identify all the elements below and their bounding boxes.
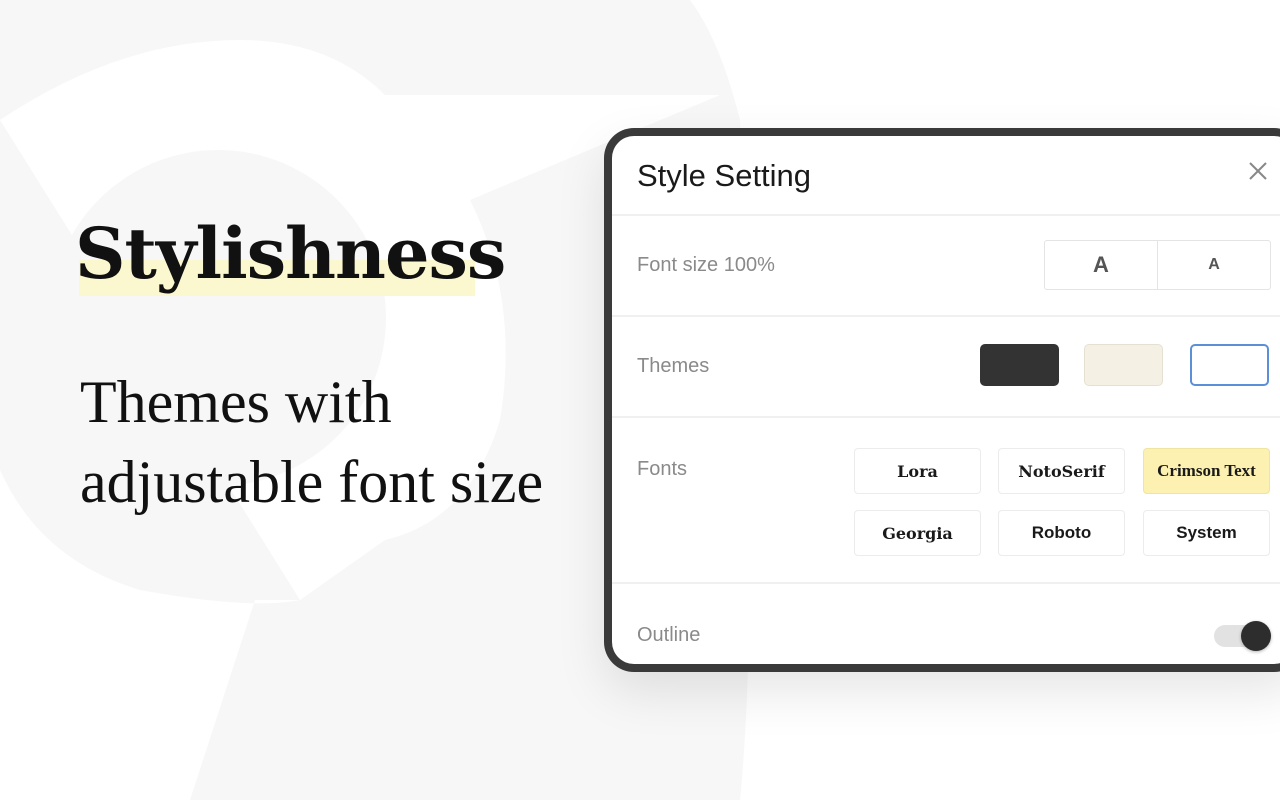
font-size-row: Font size 100% A A <box>612 216 1280 317</box>
hero-subtitle-line-1: Themes with <box>80 369 392 435</box>
themes-label: Themes <box>637 355 710 377</box>
font-option-georgia[interactable]: Georgia <box>854 510 981 556</box>
toggle-knob <box>1241 621 1271 651</box>
font-size-value: 100% <box>723 254 775 276</box>
increase-font-size-button[interactable]: A <box>1045 241 1157 289</box>
font-option-roboto[interactable]: Roboto <box>998 510 1125 556</box>
fonts-label: Fonts <box>637 458 688 480</box>
font-size-controls: A A <box>1044 240 1271 290</box>
font-option-crimson-text[interactable]: Crimson Text <box>1143 448 1270 494</box>
font-option-notoserif[interactable]: NotoSerif <box>998 448 1125 494</box>
style-setting-panel: Style Setting Font size 100% A A Themes <box>604 128 1280 672</box>
theme-dark-button[interactable] <box>980 344 1059 386</box>
hero-subtitle: Themes with adjustable font size <box>80 362 543 522</box>
close-button[interactable] <box>1246 159 1270 183</box>
outline-label: Outline <box>637 624 701 646</box>
hero-title: Stylishness <box>75 212 506 295</box>
panel-header: Style Setting <box>612 136 1280 216</box>
theme-light-button[interactable] <box>1190 344 1269 386</box>
outline-row: Outline <box>612 584 1280 664</box>
panel-content: Style Setting Font size 100% A A Themes <box>612 136 1280 664</box>
themes-row: Themes <box>612 317 1280 418</box>
hero-subtitle-line-2: adjustable font size <box>80 449 544 515</box>
font-option-lora[interactable]: Lora <box>854 448 981 494</box>
fonts-row: Fonts Lora NotoSerif Crimson Text Georgi… <box>612 418 1280 584</box>
font-size-label-text: Font size <box>637 254 719 276</box>
panel-title: Style Setting <box>637 158 812 193</box>
outline-toggle[interactable] <box>1214 621 1276 651</box>
decrease-font-size-button[interactable]: A <box>1157 241 1270 289</box>
font-option-system[interactable]: System <box>1143 510 1270 556</box>
close-icon <box>1249 162 1267 180</box>
font-size-label: Font size 100% <box>637 254 775 277</box>
theme-sepia-button[interactable] <box>1084 344 1163 386</box>
